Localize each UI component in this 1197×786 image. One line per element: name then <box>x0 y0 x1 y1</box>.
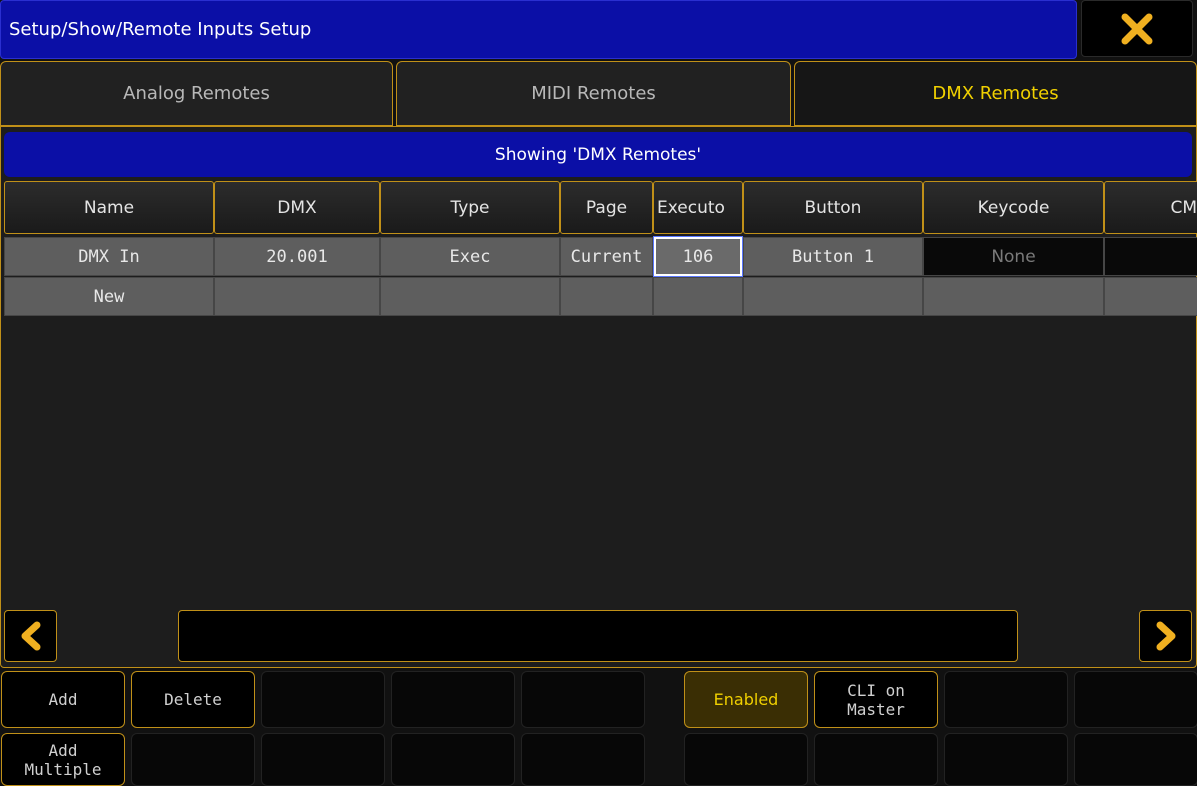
empty-button[interactable] <box>261 671 385 728</box>
empty-button[interactable] <box>684 733 808 786</box>
column-header-label: Type <box>450 197 490 218</box>
column-header-executor[interactable]: Executo <box>653 181 743 234</box>
window-title-bar: Setup/Show/Remote Inputs Setup <box>0 0 1077 59</box>
cli-label-line2: Master <box>847 699 905 719</box>
remotes-table: Name DMX Type Page Executo Button Keycod… <box>4 181 1197 321</box>
column-header-name[interactable]: Name <box>4 181 214 234</box>
column-header-label: CM <box>1170 197 1197 218</box>
tab-analog-remotes[interactable]: Analog Remotes <box>0 61 393 126</box>
cell-button[interactable] <box>743 277 923 316</box>
close-button[interactable] <box>1081 0 1193 57</box>
cell-keycode[interactable]: None <box>923 237 1104 276</box>
cell-cmd[interactable] <box>1104 237 1197 276</box>
cli-label-line1: CLI on <box>847 680 905 700</box>
cell-dmx[interactable]: 20.001 <box>214 237 380 276</box>
column-header-dmx[interactable]: DMX <box>214 181 380 234</box>
chevron-left-icon <box>21 621 40 651</box>
empty-button[interactable] <box>944 733 1068 786</box>
empty-button[interactable] <box>391 733 515 786</box>
add-button[interactable]: Add <box>1 671 125 728</box>
column-header-type[interactable]: Type <box>380 181 560 234</box>
column-header-button[interactable]: Button <box>743 181 923 234</box>
cell-name[interactable]: DMX In <box>4 237 214 276</box>
tab-midi-remotes[interactable]: MIDI Remotes <box>396 61 791 126</box>
column-header-label: Page <box>585 197 628 218</box>
column-header-cmd[interactable]: CM <box>1104 181 1197 234</box>
add-multiple-label: Add Multiple <box>24 741 101 779</box>
delete-button-label: Delete <box>164 690 222 709</box>
column-header-label: Keycode <box>977 197 1050 218</box>
column-header-label: Executo <box>657 197 725 218</box>
tab-label: Analog Remotes <box>123 83 270 104</box>
cell-type[interactable] <box>380 277 560 316</box>
cli-on-master-label: CLI on Master <box>847 681 905 719</box>
empty-button[interactable] <box>131 733 255 786</box>
cell-executor[interactable] <box>653 277 743 316</box>
cell-button[interactable]: Button 1 <box>743 237 923 276</box>
enabled-button-label: Enabled <box>713 690 779 709</box>
scroll-left-button[interactable] <box>4 610 57 662</box>
cell-executor[interactable]: 106 <box>653 236 743 277</box>
showing-banner: Showing 'DMX Remotes' <box>4 132 1192 177</box>
cell-dmx[interactable] <box>214 277 380 316</box>
empty-button[interactable] <box>1074 671 1197 728</box>
empty-button[interactable] <box>261 733 385 786</box>
add-multiple-line2: Multiple <box>24 759 102 779</box>
cell-type[interactable]: Exec <box>380 237 560 276</box>
cli-on-master-button[interactable]: CLI on Master <box>814 671 938 728</box>
close-icon <box>1121 13 1153 44</box>
empty-button[interactable] <box>814 733 938 786</box>
cell-keycode[interactable] <box>923 277 1104 316</box>
tab-label: MIDI Remotes <box>531 83 656 104</box>
tab-dmx-remotes[interactable]: DMX Remotes <box>794 61 1197 126</box>
horizontal-scroll-thumb[interactable] <box>178 610 1018 662</box>
column-header-label: Button <box>804 197 862 218</box>
enabled-button[interactable]: Enabled <box>684 671 808 728</box>
tab-label: DMX Remotes <box>932 83 1059 104</box>
column-header-label: DMX <box>277 197 317 218</box>
column-header-page[interactable]: Page <box>560 181 653 234</box>
empty-button[interactable] <box>521 671 645 728</box>
add-button-label: Add <box>48 690 78 709</box>
empty-button[interactable] <box>1074 733 1197 786</box>
window-title: Setup/Show/Remote Inputs Setup <box>9 19 312 40</box>
add-multiple-line1: Add <box>48 740 78 760</box>
cell-cmd[interactable] <box>1104 277 1197 316</box>
scroll-right-button[interactable] <box>1139 610 1192 662</box>
cell-name[interactable]: New <box>4 277 214 316</box>
chevron-right-icon <box>1156 621 1175 651</box>
column-header-label: Name <box>83 197 135 218</box>
cell-page[interactable] <box>560 277 653 316</box>
delete-button[interactable]: Delete <box>131 671 255 728</box>
empty-button[interactable] <box>391 671 515 728</box>
cell-page[interactable]: Current <box>560 237 653 276</box>
empty-button[interactable] <box>944 671 1068 728</box>
empty-button[interactable] <box>521 733 645 786</box>
add-multiple-button[interactable]: Add Multiple <box>1 733 125 786</box>
column-header-keycode[interactable]: Keycode <box>923 181 1104 234</box>
showing-text: Showing 'DMX Remotes' <box>494 144 702 165</box>
